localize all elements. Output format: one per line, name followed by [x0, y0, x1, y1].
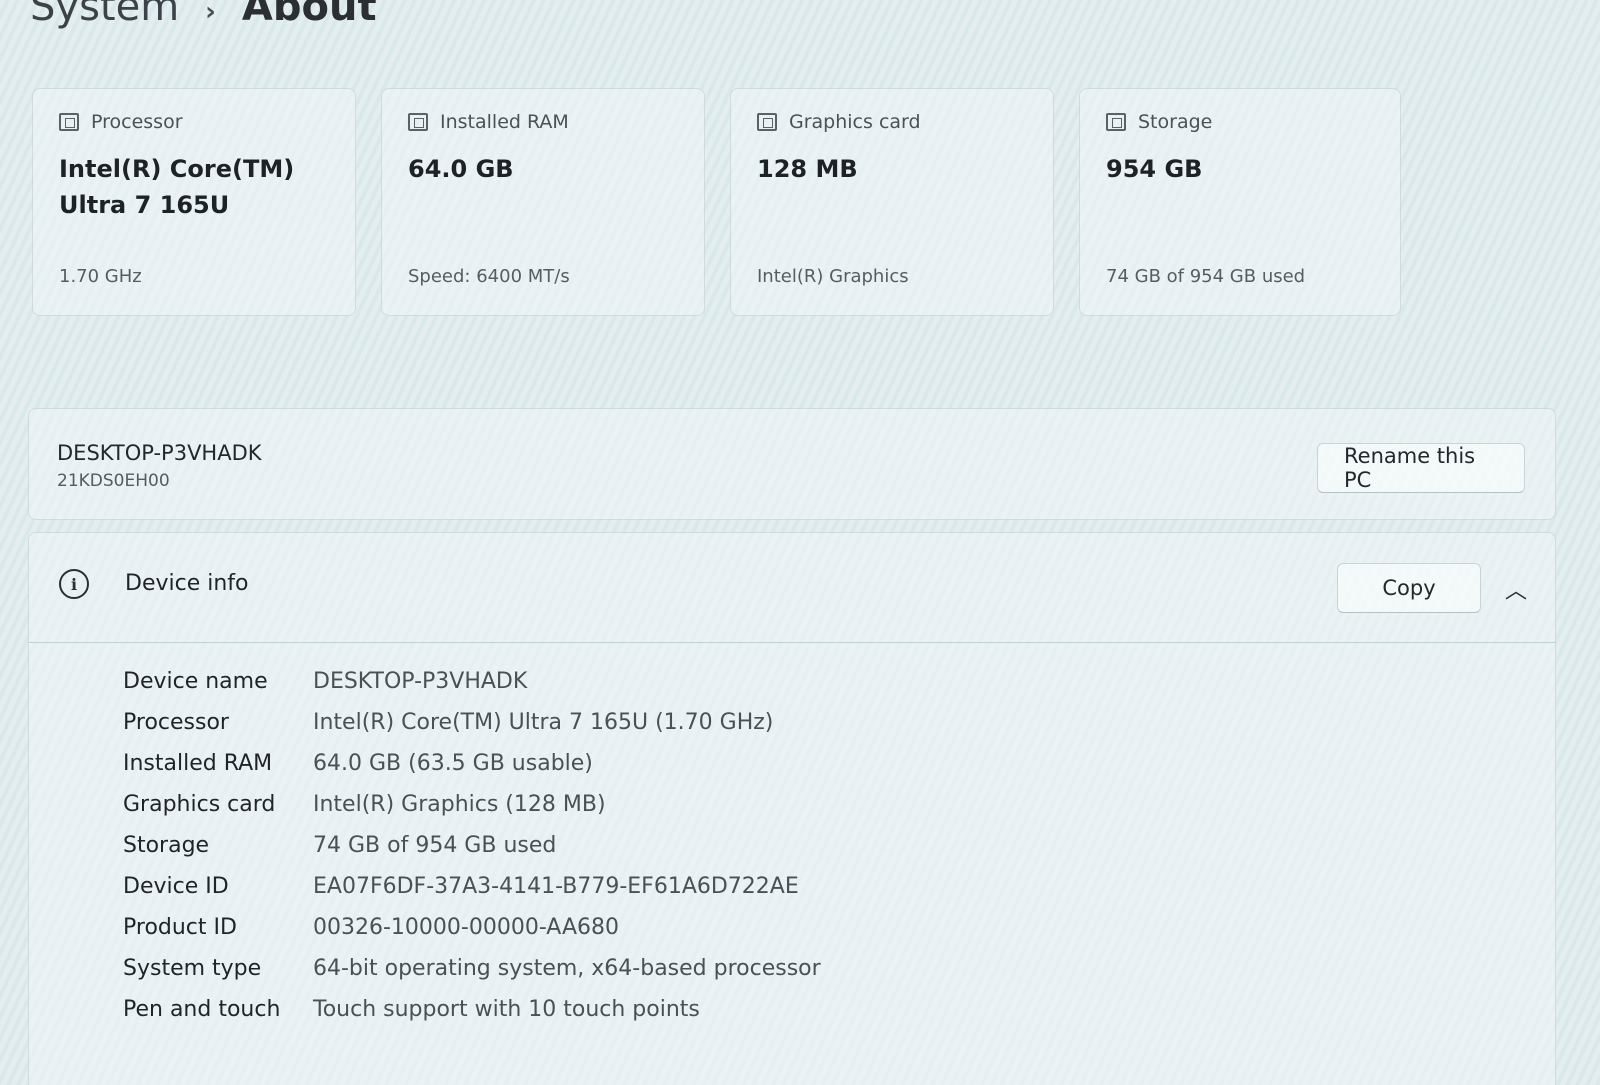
spec-key: Product ID — [123, 915, 237, 940]
spec-row-graphics-card: Graphics card Intel(R) Graphics (128 MB) — [123, 784, 821, 825]
spec-key: Storage — [123, 833, 210, 858]
breadcrumb-separator: › — [205, 0, 216, 27]
ram-card: Installed RAM 64.0 GB Speed: 6400 MT/s — [381, 88, 705, 316]
spec-value: 74 GB of 954 GB used — [313, 833, 557, 858]
spec-value: DESKTOP-P3VHADK — [313, 669, 528, 694]
info-icon: i — [59, 569, 89, 599]
rename-pc-button[interactable]: Rename this PC — [1317, 443, 1525, 493]
graphics-card-value: 128 MB — [757, 155, 858, 183]
page-title: About — [241, 0, 377, 30]
processor-card: Processor Intel(R) Core(TM) Ultra 7 165U… — [32, 88, 356, 316]
spec-row-product-id: Product ID 00326-10000-00000-AA680 — [123, 907, 821, 948]
graphics-card-sub: Intel(R) Graphics — [757, 266, 909, 287]
chevron-up-icon[interactable]: ︿ — [1505, 573, 1527, 605]
graphics-card-icon — [757, 113, 777, 131]
spec-key: Device ID — [123, 874, 229, 899]
processor-icon — [59, 113, 79, 131]
spec-value: Intel(R) Graphics (128 MB) — [313, 792, 606, 817]
processor-card-label: Processor — [91, 111, 183, 133]
graphics-card-label: Graphics card — [789, 111, 921, 133]
spec-value: 64.0 GB (63.5 GB usable) — [313, 751, 593, 776]
device-info-title: Device info — [125, 571, 249, 596]
spec-value: 64-bit operating system, x64-based proce… — [313, 956, 821, 981]
ram-card-label: Installed RAM — [440, 111, 569, 133]
storage-card-sub: 74 GB of 954 GB used — [1106, 266, 1306, 287]
spec-key: Pen and touch — [123, 997, 281, 1022]
spec-row-device-name: Device name DESKTOP-P3VHADK — [123, 661, 821, 702]
spec-value: Touch support with 10 touch points — [313, 997, 700, 1022]
device-info-header[interactable]: i Device info Copy ︿ — [29, 533, 1555, 643]
spec-key: System type — [123, 956, 262, 981]
spec-row-device-id: Device ID EA07F6DF-37A3-4141-B779-EF61A6D… — [123, 866, 821, 907]
ram-icon — [408, 113, 428, 131]
device-info-section: i Device info Copy ︿ Device name DESKTOP-… — [28, 532, 1556, 1085]
pc-name: DESKTOP-P3VHADK — [57, 441, 262, 465]
storage-card-value: 954 GB — [1106, 155, 1203, 183]
spec-key: Installed RAM — [123, 751, 273, 776]
ram-card-sub: Speed: 6400 MT/s — [408, 266, 570, 287]
spec-value: Intel(R) Core(TM) Ultra 7 165U (1.70 GHz… — [313, 710, 774, 735]
processor-card-value: Intel(R) Core(TM) Ultra 7 165U — [59, 155, 295, 219]
device-spec-list: Device name DESKTOP-P3VHADK Processor Inte… — [123, 661, 821, 1030]
spec-key: Device name — [123, 669, 268, 694]
spec-key: Graphics card — [123, 792, 276, 817]
spec-row-installed-ram: Installed RAM 64.0 GB (63.5 GB usable) — [123, 743, 821, 784]
spec-value: EA07F6DF-37A3-4141-B779-EF61A6D722AE — [313, 874, 799, 899]
storage-icon — [1106, 113, 1126, 131]
processor-card-sub: 1.70 GHz — [59, 266, 142, 287]
spec-row-processor: Processor Intel(R) Core(TM) Ultra 7 165U … — [123, 702, 821, 743]
spec-row-storage: Storage 74 GB of 954 GB used — [123, 825, 821, 866]
ram-card-value: 64.0 GB — [408, 155, 514, 183]
breadcrumb: System › About — [30, 0, 377, 30]
breadcrumb-system[interactable]: System — [30, 0, 179, 30]
graphics-card: Graphics card 128 MB Intel(R) Graphics — [730, 88, 1054, 316]
spec-row-system-type: System type 64-bit operating system, x64-… — [123, 948, 821, 989]
pc-model: 21KDS0EH00 — [57, 471, 170, 491]
pc-name-bar: DESKTOP-P3VHADK 21KDS0EH00 Rename this P… — [28, 408, 1556, 520]
storage-card: Storage 954 GB 74 GB of 954 GB used — [1079, 88, 1401, 316]
copy-button[interactable]: Copy — [1337, 563, 1481, 613]
spec-value: 00326-10000-00000-AA680 — [313, 915, 619, 940]
spec-row-pen-and-touch: Pen and touch Touch support with 10 touch… — [123, 989, 821, 1030]
storage-card-label: Storage — [1138, 111, 1213, 133]
spec-key: Processor — [123, 710, 229, 735]
